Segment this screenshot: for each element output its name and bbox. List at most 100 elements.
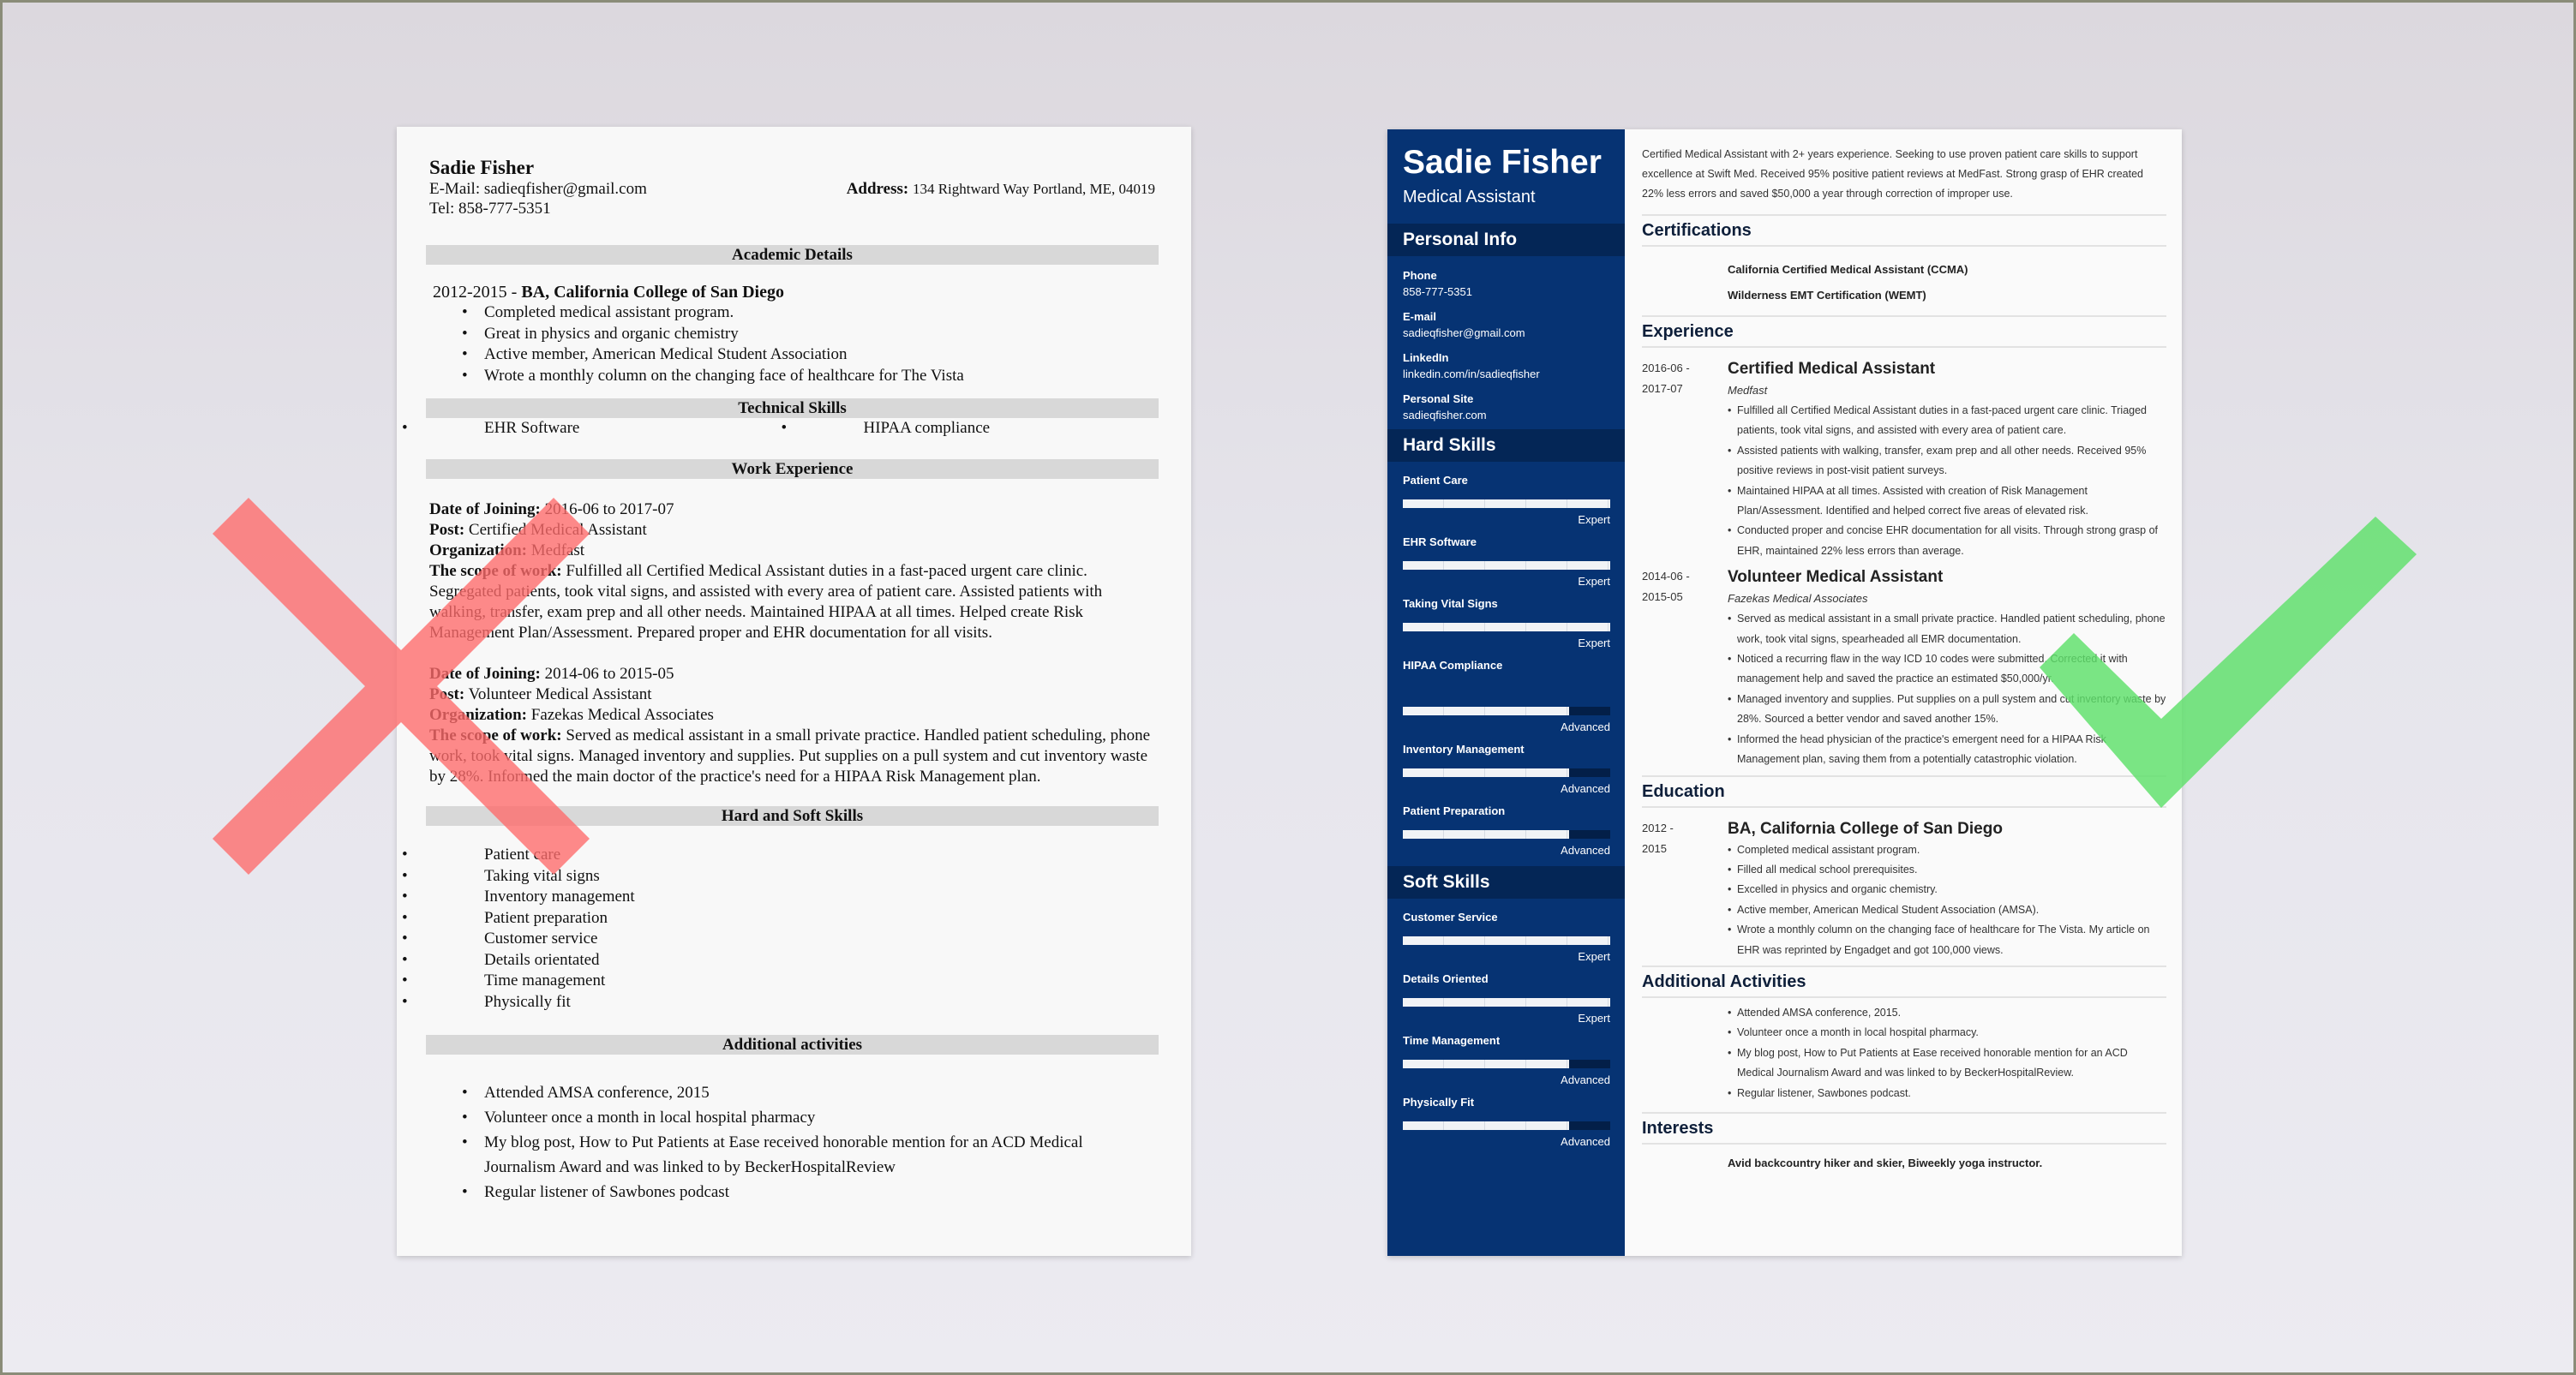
info-label: Personal Site bbox=[1403, 392, 1474, 405]
list-item: Managed inventory and supplies. Put supp… bbox=[1728, 690, 2166, 730]
list-item: Details orientated bbox=[397, 950, 1155, 971]
divider bbox=[1642, 1142, 2166, 1145]
skill-level-label: Advanced bbox=[1561, 844, 1610, 857]
list-item: Attended AMSA conference, 2015. bbox=[1728, 1003, 2166, 1024]
skill-name: Patient Preparation bbox=[1403, 804, 1506, 817]
list-item: Great in physics and organic chemistry bbox=[429, 324, 1155, 345]
resume-sidebar: Sadie Fisher Medical Assistant Personal … bbox=[1387, 129, 1625, 1256]
list-item: Noticed a recurring flaw in the way ICD … bbox=[1728, 649, 2166, 690]
info-label: LinkedIn bbox=[1403, 351, 1449, 364]
skill-level-bar bbox=[1403, 707, 1610, 715]
list-item: My blog post, How to Put Patients at Eas… bbox=[1728, 1043, 2166, 1084]
education-bullets: Completed medical assistant program. Fil… bbox=[1728, 840, 2166, 960]
list-item: Served as medical assistant in a small p… bbox=[1728, 609, 2166, 649]
list-item: Patient care bbox=[397, 845, 1155, 866]
skill-level-fill bbox=[1403, 1121, 1569, 1130]
email-value: sadieqfisher@gmail.com bbox=[1403, 326, 1525, 339]
list-item: Patient preparation bbox=[397, 908, 1155, 930]
bad-resume-contact: E-Mail: sadieqfisher@gmail.com Address: … bbox=[429, 179, 1155, 199]
list-item: Taking vital signs bbox=[397, 866, 1155, 888]
skill-level-fill bbox=[1403, 768, 1569, 777]
skill-level-bar bbox=[1403, 623, 1610, 631]
list-item: Wrote a monthly column on the changing f… bbox=[1728, 920, 2166, 960]
good-resume-example: Sadie Fisher Medical Assistant Personal … bbox=[1387, 129, 2182, 1256]
experience-entry: 2016-06 - 2017-07 Certified Medical Assi… bbox=[1642, 358, 2166, 561]
skill-level-fill bbox=[1403, 623, 1610, 631]
job-organization: Medfast bbox=[1728, 384, 1768, 397]
list-item: Wrote a monthly column on the changing f… bbox=[429, 366, 1155, 387]
skill-level-label: Expert bbox=[1578, 575, 1610, 588]
bad-job-entry: Date of Joining: 2014-06 to 2015-05 Post… bbox=[429, 665, 1151, 786]
list-item: Excelled in physics and organic chemistr… bbox=[1728, 880, 2166, 900]
interests-text: Avid backcountry hiker and skier, Biweek… bbox=[1728, 1156, 2043, 1169]
entry-date: 2012 - 2015 bbox=[1642, 821, 1674, 855]
skill-item: Details Oriented Expert bbox=[1403, 971, 1610, 1027]
certification-item: California Certified Medical Assistant (… bbox=[1728, 263, 1968, 276]
skill-level-bar bbox=[1403, 499, 1610, 508]
skill-level-bar bbox=[1403, 768, 1610, 777]
skill-level-fill bbox=[1403, 1060, 1569, 1068]
skill-name: Physically Fit bbox=[1403, 1096, 1475, 1109]
skill-level-bar bbox=[1403, 830, 1610, 839]
bad-job-entry: Date of Joining: 2016-06 to 2017-07 Post… bbox=[429, 500, 1103, 642]
skill-name: EHR Software bbox=[1403, 535, 1477, 548]
bad-section-heading-activities: Additional activities bbox=[426, 1035, 1159, 1055]
skill-level-label: Advanced bbox=[1561, 782, 1610, 795]
job-bullets: Served as medical assistant in a small p… bbox=[1728, 609, 2166, 769]
divider bbox=[1642, 245, 2166, 247]
experience-entry: 2014-06 - 2015-05 Volunteer Medical Assi… bbox=[1642, 566, 2166, 769]
skill-level-bar bbox=[1403, 998, 1610, 1007]
skill-level-label: Expert bbox=[1578, 513, 1610, 526]
certification-item: Wilderness EMT Certification (WEMT) bbox=[1728, 289, 1926, 302]
skill-level-fill bbox=[1403, 830, 1569, 839]
job-organization: Fazekas Medical Associates bbox=[1728, 592, 1868, 606]
resume-job-title: Medical Assistant bbox=[1403, 188, 1536, 206]
hard-skills-list: Patient Care Expert EHR Software Expert Taki… bbox=[1387, 462, 1625, 859]
section-heading-additional-activities: Additional Activities bbox=[1642, 971, 1806, 991]
skill-level-label: Expert bbox=[1578, 950, 1610, 963]
list-item: Active member, American Medical Student … bbox=[1728, 900, 2166, 921]
skill-name: Patient Care bbox=[1403, 474, 1468, 487]
skill-level-label: Advanced bbox=[1561, 1135, 1610, 1148]
section-heading-certifications: Certifications bbox=[1642, 221, 1752, 240]
list-item: Filled all medical school prerequisites. bbox=[1728, 860, 2166, 881]
info-label: E-mail bbox=[1403, 310, 1437, 323]
skill-name: Time Management bbox=[1403, 1034, 1501, 1047]
skill-level-fill bbox=[1403, 998, 1610, 1007]
list-item: Maintained HIPAA at all times. Assisted … bbox=[1728, 481, 2166, 522]
skill-name: Details Oriented bbox=[1403, 972, 1489, 985]
list-item: Assisted patients with walking, transfer… bbox=[1728, 441, 2166, 481]
skill-level-bar bbox=[1403, 1121, 1610, 1130]
bad-activities-list: Attended AMSA conference, 2015 Volunteer… bbox=[429, 1080, 1155, 1205]
skill-name: Taking Vital Signs bbox=[1403, 597, 1498, 610]
section-heading-interests: Interests bbox=[1642, 1118, 1714, 1138]
linkedin-value: linkedin.com/in/sadieqfisher bbox=[1403, 368, 1540, 380]
divider bbox=[1642, 995, 2166, 998]
bad-resume-address: Address: 134 Rightward Way Portland, ME,… bbox=[846, 180, 1155, 198]
personal-site-value: sadieqfisher.com bbox=[1403, 409, 1487, 421]
list-item: Time management bbox=[397, 971, 1155, 992]
entry-date: 2016-06 - 2017-07 bbox=[1642, 362, 1690, 395]
bad-skills-list: Patient care Taking vital signs Inventor… bbox=[397, 845, 1155, 1013]
bad-section-heading-academic: Academic Details bbox=[426, 245, 1159, 265]
skill-item: Taking Vital Signs Expert bbox=[1403, 595, 1610, 652]
activities-list: Attended AMSA conference, 2015. Voluntee… bbox=[1642, 1003, 2166, 1103]
bad-section-heading-technical: Technical Skills bbox=[426, 398, 1159, 418]
skill-name: HIPAA Compliance bbox=[1403, 659, 1503, 672]
bad-technical-skills: EHR Software HIPAA compliance bbox=[397, 418, 1155, 439]
skill-level-label: Advanced bbox=[1561, 720, 1610, 733]
list-item: Active member, American Medical Student … bbox=[429, 344, 1155, 366]
skill-item: Physically Fit Advanced bbox=[1403, 1094, 1610, 1151]
skill-name: Customer Service bbox=[1403, 911, 1498, 924]
list-item: Volunteer once a month in local hospital… bbox=[429, 1105, 1155, 1130]
list-item: Conducted proper and concise EHR documen… bbox=[1728, 521, 2166, 561]
list-item: Fulfilled all Certified Medical Assistan… bbox=[1728, 401, 2166, 441]
degree-title: BA, California College of San Diego bbox=[1728, 819, 2003, 838]
skill-level-fill bbox=[1403, 499, 1610, 508]
bad-education-title: 2012-2015 - BA, California College of Sa… bbox=[433, 283, 784, 302]
list-item: Volunteer once a month in local hospital… bbox=[1728, 1023, 2166, 1043]
skill-level-bar bbox=[1403, 561, 1610, 570]
phone-value: 858-777-5351 bbox=[1403, 285, 1472, 298]
info-label: Phone bbox=[1403, 269, 1437, 282]
entry-date: 2014-06 - 2015-05 bbox=[1642, 570, 1690, 604]
